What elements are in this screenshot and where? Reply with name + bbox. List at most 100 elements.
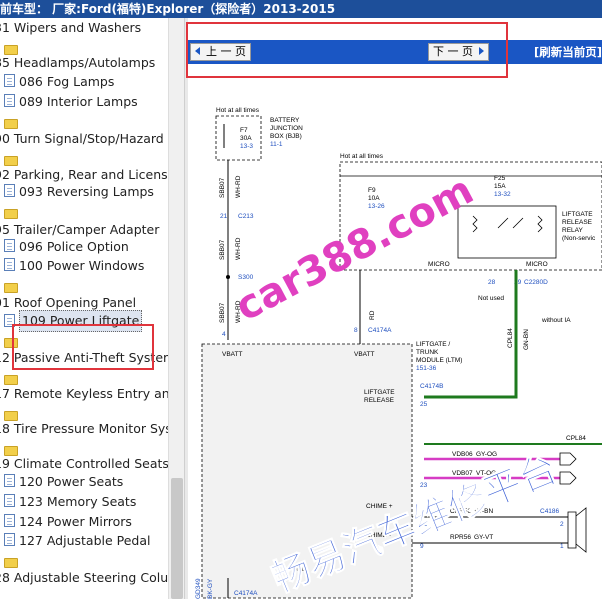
wire-gnbn: GN-BN	[523, 329, 530, 350]
pin-21: 21	[220, 213, 228, 220]
tree-section-item[interactable]: 90 Turn Signal/Stop/Hazard	[0, 128, 164, 148]
tree-document-item[interactable]: 086 Fog Lamps	[4, 71, 114, 91]
refresh-page-link[interactable]: [刷新当前页]	[534, 44, 602, 60]
tree-scrollbar-thumb[interactable]	[171, 478, 183, 599]
wire-sbb07-b: SBB07	[219, 239, 226, 260]
tree-document-item[interactable]: 089 Interior Lamps	[4, 91, 138, 111]
ltm-label-1: LIFTGATE /	[416, 341, 450, 348]
vbatt-1: VBATT	[222, 351, 242, 358]
conn-c4174b: C4174B	[420, 383, 444, 390]
tree-item-label: 086 Fog Lamps	[19, 73, 115, 89]
bjb-label-1: BATTERY	[270, 117, 300, 124]
tree-item-label: 85 Headlamps/Autolamps	[0, 54, 156, 70]
relay-label-1: LIFTGATE	[562, 211, 593, 218]
nav-highlight-box	[186, 22, 508, 78]
rpr56: RPR56	[450, 534, 471, 541]
selection-highlight-box	[12, 324, 154, 370]
splice-s300-dot	[226, 275, 230, 279]
wire-whrd-b: WH-RD	[235, 237, 242, 260]
tree-item-label: 31 Wipers and Washers	[0, 19, 142, 35]
tree-document-item[interactable]: 100 Power Windows	[4, 255, 144, 275]
tree-item-label: 28 Adjustable Steering Colu	[0, 569, 168, 585]
tree-item-label: 124 Power Mirrors	[19, 513, 132, 529]
fuse-f7: F7	[240, 127, 248, 134]
relay-label-2: RELEASE	[562, 219, 593, 226]
tree-section-item[interactable]: 01 Roof Opening Panel	[0, 292, 136, 312]
wire-cpl84: CPL84	[507, 328, 514, 348]
pin-2: 2	[560, 521, 564, 528]
tree-folder-node[interactable]	[4, 370, 22, 385]
folder-icon	[4, 282, 18, 293]
tree-item-label: 100 Power Windows	[19, 257, 145, 273]
connector-plugs	[559, 452, 577, 485]
document-icon	[4, 184, 15, 197]
tree-document-item[interactable]: 093 Reversing Lamps	[4, 181, 154, 201]
relay-coils	[472, 215, 543, 233]
fuse-f7-ref: 13-3	[240, 143, 253, 150]
pin-28: 28	[488, 279, 496, 286]
navigation-tree[interactable]: 31 Wipers and Washers 85 Headlamps/Autola…	[0, 18, 184, 599]
tree-folder-node[interactable]	[4, 278, 22, 293]
tree-document-item[interactable]: 096 Police Option	[4, 236, 129, 256]
liftgate-release-1: LIFTGATE	[364, 389, 395, 396]
tree-item-label: 096 Police Option	[19, 238, 129, 254]
label-hot-1: Hot at all times	[216, 107, 260, 114]
tree-scrollbar[interactable]	[168, 18, 184, 599]
conn-c2280d: C2280D	[524, 279, 548, 286]
green-wire	[424, 270, 518, 399]
tree-document-item[interactable]: 120 Power Seats	[4, 471, 123, 491]
ltm-ref: 151-36	[416, 365, 437, 372]
document-icon	[4, 474, 15, 487]
relay-label-4: (Non-servic	[562, 235, 596, 242]
conn-c4174a-b: C4174A	[234, 590, 258, 597]
wire-bottom-2: BK-GY	[207, 578, 214, 599]
wire-sbb07-a: SBB07	[219, 177, 226, 198]
tree-folder-node[interactable]	[4, 151, 22, 166]
liftgate-release-2: RELEASE	[364, 397, 395, 404]
tree-section-item[interactable]: 19 Climate Controlled Seats	[0, 453, 168, 473]
fuse-f25-ref: 13-32	[494, 191, 511, 198]
document-icon	[4, 94, 15, 107]
cpl84-label-2: CPL84	[566, 435, 586, 442]
document-icon	[4, 239, 15, 252]
tree-folder-node[interactable]	[4, 204, 22, 219]
tree-item-label: 127 Adjustable Pedal	[19, 532, 151, 548]
bjb-box	[215, 115, 262, 161]
tree-section-item[interactable]: 18 Tire Pressure Monitor Sys	[0, 418, 168, 438]
tree-item-label: 18 Tire Pressure Monitor Sys	[0, 420, 168, 436]
conn-c4174a: C4174A	[368, 327, 392, 334]
fuse-f25-rating: 15A	[494, 183, 506, 190]
chime-speaker	[567, 507, 587, 553]
fuse-f9-rating: 10A	[368, 195, 380, 202]
tree-document-item[interactable]: 127 Adjustable Pedal	[4, 530, 151, 550]
conn-c213: C213	[238, 213, 254, 220]
document-icon	[4, 514, 15, 527]
bjb-label-2: JUNCTION	[270, 125, 303, 132]
relay-body	[457, 205, 557, 259]
tree-folder-node[interactable]	[4, 553, 22, 568]
pin-25: 25	[420, 401, 428, 408]
tree-item-label: 120 Power Seats	[19, 473, 124, 489]
label-hot-2: Hot at all times	[340, 153, 384, 160]
wire-bottom: GD349	[195, 578, 202, 599]
micro-1: MICRO	[428, 261, 450, 268]
pin-4: 4	[222, 331, 226, 338]
tree-item-label: 089 Interior Lamps	[19, 93, 138, 109]
tree-section-item[interactable]: 85 Headlamps/Autolamps	[0, 52, 155, 72]
ltm-label-2: TRUNK	[416, 349, 439, 356]
folder-icon	[4, 208, 18, 219]
folder-icon	[4, 118, 18, 129]
tree-section-item[interactable]: 17 Remote Keyless Entry and	[0, 383, 168, 403]
tree-folder-node[interactable]	[4, 114, 22, 129]
vbatt-2: VBATT	[354, 351, 374, 358]
tree-document-item[interactable]: 124 Power Mirrors	[4, 511, 132, 531]
wire-rd: RD	[369, 310, 376, 320]
tree-item-label: 17 Remote Keyless Entry and	[0, 385, 168, 401]
tree-section-item[interactable]: 31 Wipers and Washers	[0, 18, 141, 37]
vdb06: VDB06	[452, 451, 473, 458]
without-ia: without IA	[541, 317, 571, 324]
tree-section-item[interactable]: 28 Adjustable Steering Colu	[0, 567, 168, 587]
folder-icon	[4, 557, 18, 568]
ltm-label-3: MODULE (LTM)	[416, 357, 462, 364]
tree-document-item[interactable]: 123 Memory Seats	[4, 491, 136, 511]
